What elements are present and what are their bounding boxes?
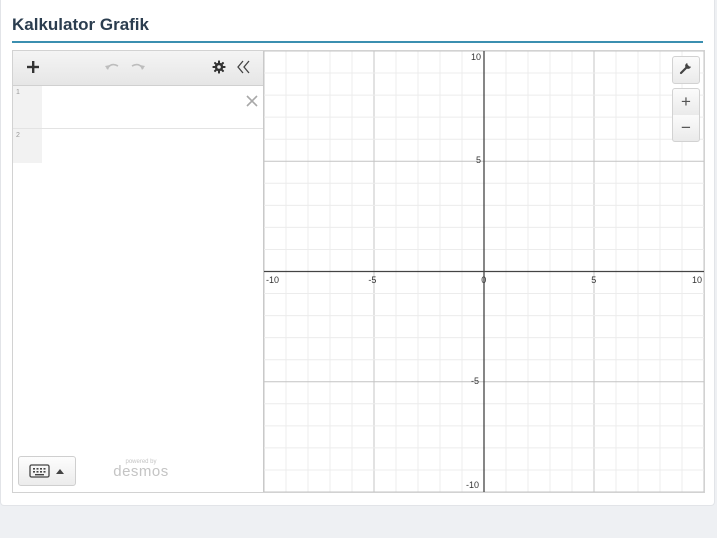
settings-button[interactable] (209, 57, 229, 79)
expression-index: 1 (13, 86, 42, 128)
redo-button[interactable] (127, 57, 149, 79)
undo-button[interactable] (101, 57, 123, 79)
powered-by-desmos[interactable]: powered by desmos (106, 459, 176, 480)
undo-icon (105, 63, 119, 70)
wrench-icon (679, 63, 691, 75)
close-icon (246, 95, 258, 107)
expression-index: 2 (13, 129, 42, 163)
delete-expression-button[interactable] (246, 91, 258, 112)
expression-input[interactable] (43, 86, 263, 128)
page-title: Kalkulator Grafik (12, 15, 149, 34)
x-tick-label: 0 (481, 274, 487, 285)
expression-row[interactable]: 1 (13, 86, 263, 129)
expression-panel: 1 2 powered by desmos (13, 51, 264, 492)
x-tick-label: 5 (591, 274, 597, 285)
double-chevron-left-icon (237, 60, 250, 74)
redo-icon (131, 63, 145, 70)
x-tick-label: -10 (266, 274, 280, 285)
x-tick-label: -5 (368, 274, 377, 285)
expression-input[interactable] (43, 129, 263, 163)
zoom-in-button[interactable]: + (672, 88, 700, 116)
x-tick-label: 10 (692, 274, 703, 285)
calculator-card: Kalkulator Grafik 1 2 powered by desmos … (0, 0, 715, 506)
y-tick-label: 10 (471, 52, 482, 62)
plus-icon (27, 61, 39, 73)
add-expression-button[interactable] (21, 57, 45, 79)
keyboard-toggle-button[interactable] (18, 456, 76, 486)
graphing-calculator: 1 2 powered by desmos + − -10 -5 0 5 10 … (12, 50, 705, 493)
graph-grid (263, 51, 704, 492)
title-underline (12, 41, 703, 43)
y-tick-label: 5 (476, 155, 482, 166)
zoom-out-button[interactable]: − (672, 115, 700, 142)
collapse-panel-button[interactable] (233, 57, 255, 79)
expression-toolbar (13, 51, 263, 86)
graph-paper[interactable]: + − -10 -5 0 5 10 10 5 -5 -10 (263, 51, 704, 492)
caret-up-icon (56, 469, 64, 474)
desmos-logo: desmos (113, 463, 169, 480)
expression-row[interactable]: 2 (13, 129, 263, 163)
keyboard-icon (29, 464, 64, 478)
y-tick-label: -5 (471, 375, 480, 386)
y-tick-label: -10 (466, 480, 480, 490)
gear-icon (212, 60, 226, 74)
graph-settings-button[interactable] (672, 56, 700, 84)
